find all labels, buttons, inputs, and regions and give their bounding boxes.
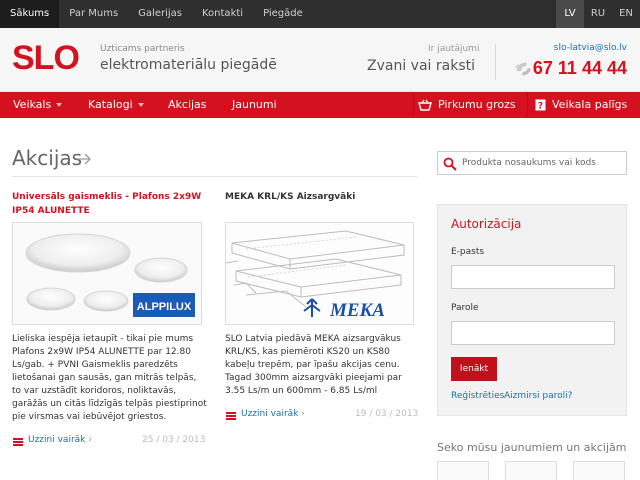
article-title[interactable]: MEKA KRL/KS Aizsargvāki: [225, 190, 415, 204]
article-date: 19 / 03 / 2013: [355, 409, 419, 419]
title-divider: [12, 176, 417, 177]
chevron-down-icon: [56, 103, 63, 107]
help-label: Veikala palīgs: [552, 98, 628, 111]
lang-lv[interactable]: LV: [556, 0, 584, 28]
nav-item-promotions[interactable]: Akcijas: [168, 92, 207, 118]
basket-icon: [418, 99, 432, 111]
brand-logo-text: ALPPILUX: [137, 301, 192, 313]
nav-item-news[interactable]: Jaunumi: [232, 92, 277, 118]
topnav-item-galleries[interactable]: Galerijas: [128, 0, 192, 28]
article-date: 25 / 03 / 2013: [142, 435, 206, 445]
nav-divider: [413, 92, 414, 118]
email-field[interactable]: [451, 265, 615, 289]
topnav-item-about[interactable]: Par Mums: [59, 0, 128, 28]
cart-label: Pirkumu grozs: [438, 98, 516, 111]
help-button[interactable]: ? Veikala palīgs: [535, 92, 627, 118]
login-panel: Autorizācija E-pasts Parole Ienākt Reģis…: [437, 204, 627, 416]
email-label: E-pasts: [451, 247, 485, 257]
chevron-right-icon: ›: [301, 409, 305, 419]
nav-item-catalogs-label: Katalogi: [88, 98, 133, 111]
nav-item-catalogs[interactable]: Katalogi: [88, 92, 144, 118]
site-logo[interactable]: SLO: [12, 39, 80, 77]
contact-email[interactable]: slo-latvia@slo.lv: [554, 43, 627, 53]
follow-heading: Seko mūsu jaunumiem un akcijām: [437, 441, 627, 454]
read-more-label: Uzzini vairāk: [28, 435, 86, 445]
social-button[interactable]: [437, 461, 489, 480]
question-icon: ?: [535, 99, 546, 111]
contact-phone[interactable]: 67 11 44 44: [533, 58, 627, 79]
brand-logo-text: MEKA: [329, 300, 385, 321]
nav-item-shop-label: Veikals: [13, 98, 52, 111]
read-more-link[interactable]: Uzzini vairāk ›: [241, 409, 305, 419]
social-button[interactable]: [573, 461, 625, 480]
topnav-item-contacts[interactable]: Kontakti: [192, 0, 253, 28]
header-divider: [495, 44, 496, 80]
tagline-large: elektromateriālu piegādē: [100, 57, 277, 73]
password-field[interactable]: [451, 321, 615, 345]
read-more-label: Uzzini vairāk: [241, 409, 299, 419]
topnav-item-home[interactable]: Sākums: [0, 0, 60, 28]
list-icon: [13, 438, 23, 446]
forgot-password-link[interactable]: Aizmirsi paroli?: [504, 391, 572, 401]
article-title[interactable]: Universāls gaismeklis - Plafons 2x9W IP5…: [12, 190, 207, 218]
top-navigation: Sākums Par Mums Galerijas Kontakti Piegā…: [0, 0, 313, 28]
social-button[interactable]: [505, 461, 557, 480]
article-image[interactable]: ALPPILUX: [12, 222, 202, 325]
top-bar: Sākums Par Mums Galerijas Kontakti Piegā…: [0, 0, 640, 28]
chevron-down-icon: [137, 103, 144, 107]
search-box: [437, 151, 627, 175]
login-title: Autorizācija: [451, 217, 522, 231]
read-more-link[interactable]: Uzzini vairāk ›: [28, 435, 92, 445]
nav-item-shop[interactable]: Veikals: [13, 92, 63, 118]
main-navigation: Veikals Katalogi Akcijas Jaunumi Pirkumu…: [0, 92, 640, 118]
nav-divider: [527, 92, 528, 118]
search-icon[interactable]: [443, 157, 457, 171]
chevron-right-icon: ›: [88, 435, 92, 445]
ceiling-lamps-image: ALPPILUX: [25, 233, 195, 317]
questions-label: Ir jautājumi: [428, 44, 480, 54]
cable-tray-covers-image: MEKA: [226, 230, 405, 321]
topnav-item-delivery[interactable]: Piegāde: [253, 0, 313, 28]
call-label: Zvani vai raksti: [367, 58, 475, 74]
lang-en[interactable]: EN: [612, 0, 640, 28]
arrow-right-icon[interactable]: [76, 151, 92, 167]
list-icon: [226, 412, 236, 420]
register-link[interactable]: Reģistrēties: [451, 391, 504, 401]
password-label: Parole: [451, 303, 479, 313]
lang-ru[interactable]: RU: [584, 0, 612, 28]
article-description: Lieliska iespēja ietaupīt - tikai pie mu…: [12, 334, 207, 422]
phone-icon: [515, 62, 531, 76]
article-description: SLO Latvia piedāvā MEKA aizsargvākus KRL…: [225, 334, 402, 396]
login-button[interactable]: Ienākt: [451, 357, 497, 381]
language-switcher: LV RU EN: [556, 0, 640, 28]
svg-text:?: ?: [538, 102, 543, 112]
article-image[interactable]: MEKA: [225, 222, 414, 325]
site-header: SLO Uzticams partneris elektromateriālu …: [0, 28, 640, 92]
cart-button[interactable]: Pirkumu grozs: [418, 92, 516, 118]
tagline-small: Uzticams partneris: [100, 44, 185, 54]
page-title: Akcijas: [12, 146, 83, 170]
search-input[interactable]: [462, 155, 622, 171]
